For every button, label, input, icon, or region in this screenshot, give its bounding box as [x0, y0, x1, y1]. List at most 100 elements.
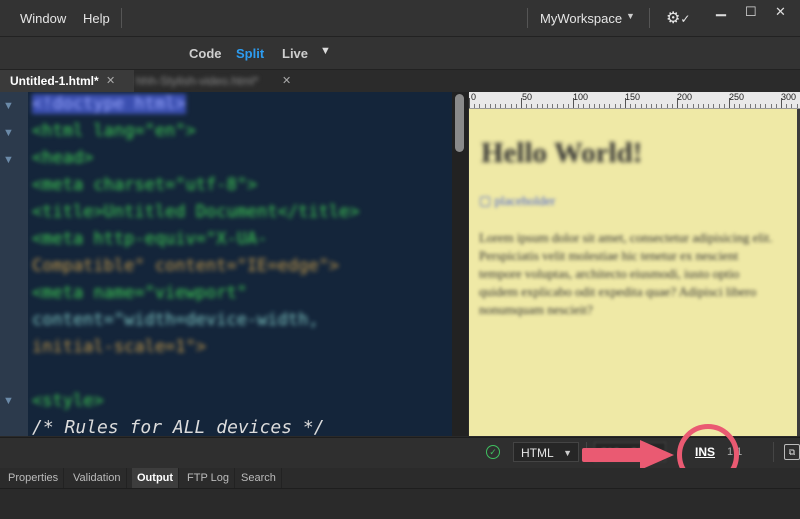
ruler-tick — [677, 98, 678, 108]
output-panel — [0, 489, 800, 519]
code-scroll-thumb[interactable] — [455, 94, 464, 152]
ruler-tick — [614, 104, 616, 108]
ruler-tick — [531, 104, 533, 108]
live-preview[interactable]: Hello World! ▢ placeholder Lorem ipsum d… — [469, 109, 800, 436]
menu-help[interactable]: Help — [83, 11, 110, 26]
tab-untitled-1[interactable]: Untitled-1.html* ✕ — [0, 70, 134, 92]
maximize-icon[interactable]: ☐ — [745, 4, 757, 20]
ruler-tick — [791, 104, 793, 108]
ruler-label: 300 — [781, 92, 797, 102]
chevron-down-icon[interactable]: ▼ — [320, 45, 331, 57]
gear-divider — [649, 8, 650, 28]
annotation-arrow — [582, 448, 648, 462]
document-type-select[interactable]: HTML ▼ — [513, 442, 579, 462]
ruler: 0 50 100 150 200 250 300 — [469, 92, 800, 109]
ruler-tick — [526, 104, 528, 108]
ruler-tick — [552, 104, 554, 108]
ruler-tick — [573, 98, 574, 108]
fold-arrow-icon[interactable]: ▼ — [3, 100, 14, 112]
workspace-switcher[interactable]: MyWorkspace — [540, 11, 622, 26]
split-view-button[interactable]: Split — [236, 46, 264, 61]
minimize-icon[interactable]: ▁ — [716, 1, 726, 17]
ruler-tick — [651, 104, 652, 108]
annotation-arrow-head — [640, 440, 674, 470]
tab-properties[interactable]: Properties — [3, 468, 65, 488]
view-mode-bar: Code Split Live ▼ — [0, 37, 800, 70]
ruler-tick — [541, 104, 543, 108]
code-line: <head> — [32, 148, 94, 168]
ruler-tick — [692, 104, 694, 108]
fold-arrow-icon[interactable]: ▼ — [3, 395, 14, 407]
ruler-label: 150 — [625, 92, 641, 102]
ruler-tick — [500, 104, 502, 108]
close-icon[interactable]: ✕ — [282, 70, 291, 92]
document-type-value: HTML — [521, 446, 554, 460]
ruler-tick — [645, 104, 647, 108]
ruler-tick — [521, 98, 522, 108]
ruler-tick — [635, 104, 637, 108]
ruler-tick — [661, 104, 663, 108]
ruler-tick — [682, 104, 684, 108]
ruler-tick — [671, 104, 673, 108]
code-line: <html lang="en"> — [32, 121, 196, 141]
ruler-tick — [760, 104, 762, 108]
ruler-tick — [474, 104, 476, 108]
ruler-tick — [739, 104, 741, 108]
ruler-tick — [625, 98, 626, 108]
tab-validation[interactable]: Validation — [68, 468, 127, 488]
ruler-tick — [755, 104, 756, 108]
ruler-tick — [469, 98, 470, 108]
ruler-tick — [562, 104, 564, 108]
ruler-tick — [718, 104, 720, 108]
gear-icon[interactable]: ⚙✓ — [666, 8, 690, 28]
document-tab-bar: Untitled-1.html* ✕ hhh-Stylish-video.htm… — [0, 70, 800, 93]
ruler-tick — [729, 98, 730, 108]
ruler-tick — [578, 104, 580, 108]
tab-other-document[interactable]: hhh-Stylish-video.html* ✕ — [126, 70, 312, 92]
ruler-label: 50 — [522, 92, 533, 102]
preview-heading: Hello World! — [481, 137, 643, 169]
ruler-tick — [796, 104, 798, 108]
tab-output[interactable]: Output — [132, 468, 180, 488]
preview-paragraph: Lorem ipsum dolor sit amet, consectetur … — [479, 230, 773, 317]
ruler-tick — [547, 104, 548, 108]
code-view-button[interactable]: Code — [189, 46, 222, 61]
ruler-tick — [687, 104, 689, 108]
chevron-down-icon[interactable]: ▼ — [626, 11, 635, 21]
ruler-tick — [656, 104, 658, 108]
preview-browser-icon[interactable]: ⧉ — [784, 444, 800, 460]
close-icon[interactable]: ✕ — [106, 70, 115, 92]
close-icon[interactable]: ✕ — [775, 4, 786, 20]
ruler-tick — [775, 104, 777, 108]
ruler-tick — [640, 104, 642, 108]
check-icon: ✓ — [486, 445, 500, 459]
code-line: Compatible" content="IE=edge"> — [32, 256, 340, 276]
ruler-label: 100 — [573, 92, 589, 102]
tab-search[interactable]: Search — [236, 468, 282, 488]
ruler-tick — [505, 104, 507, 108]
fold-arrow-icon[interactable]: ▼ — [3, 127, 14, 139]
code-editor[interactable]: <!doctype html> <html lang="en"> <head> … — [28, 92, 452, 436]
preview-image-alt: placeholder — [494, 193, 556, 208]
tab-ftp-log[interactable]: FTP Log — [182, 468, 235, 488]
code-line: initial-scale=1"> — [32, 337, 206, 357]
ruler-tick — [593, 104, 595, 108]
fold-arrow-icon[interactable]: ▼ — [3, 154, 14, 166]
panel-tab-bar: Properties Validation Output FTP Log Sea… — [0, 468, 800, 489]
ruler-tick — [604, 104, 606, 108]
ruler-tick — [619, 104, 621, 108]
ruler-tick — [734, 104, 736, 108]
code-line: <style> — [32, 391, 104, 411]
ruler-tick — [703, 104, 704, 108]
ruler-tick — [557, 104, 559, 108]
live-view-button[interactable]: Live — [282, 46, 308, 61]
ruler-tick — [630, 104, 632, 108]
menu-window[interactable]: Window — [20, 11, 66, 26]
code-line: content="width=device-width, — [32, 310, 319, 330]
ruler-tick — [489, 104, 491, 108]
preview-image-placeholder: ▢ placeholder — [479, 193, 556, 208]
ruler-tick — [495, 104, 496, 108]
menu-divider — [121, 8, 122, 28]
ruler-tick — [510, 104, 512, 108]
code-line: <meta name="viewport" — [32, 283, 247, 303]
